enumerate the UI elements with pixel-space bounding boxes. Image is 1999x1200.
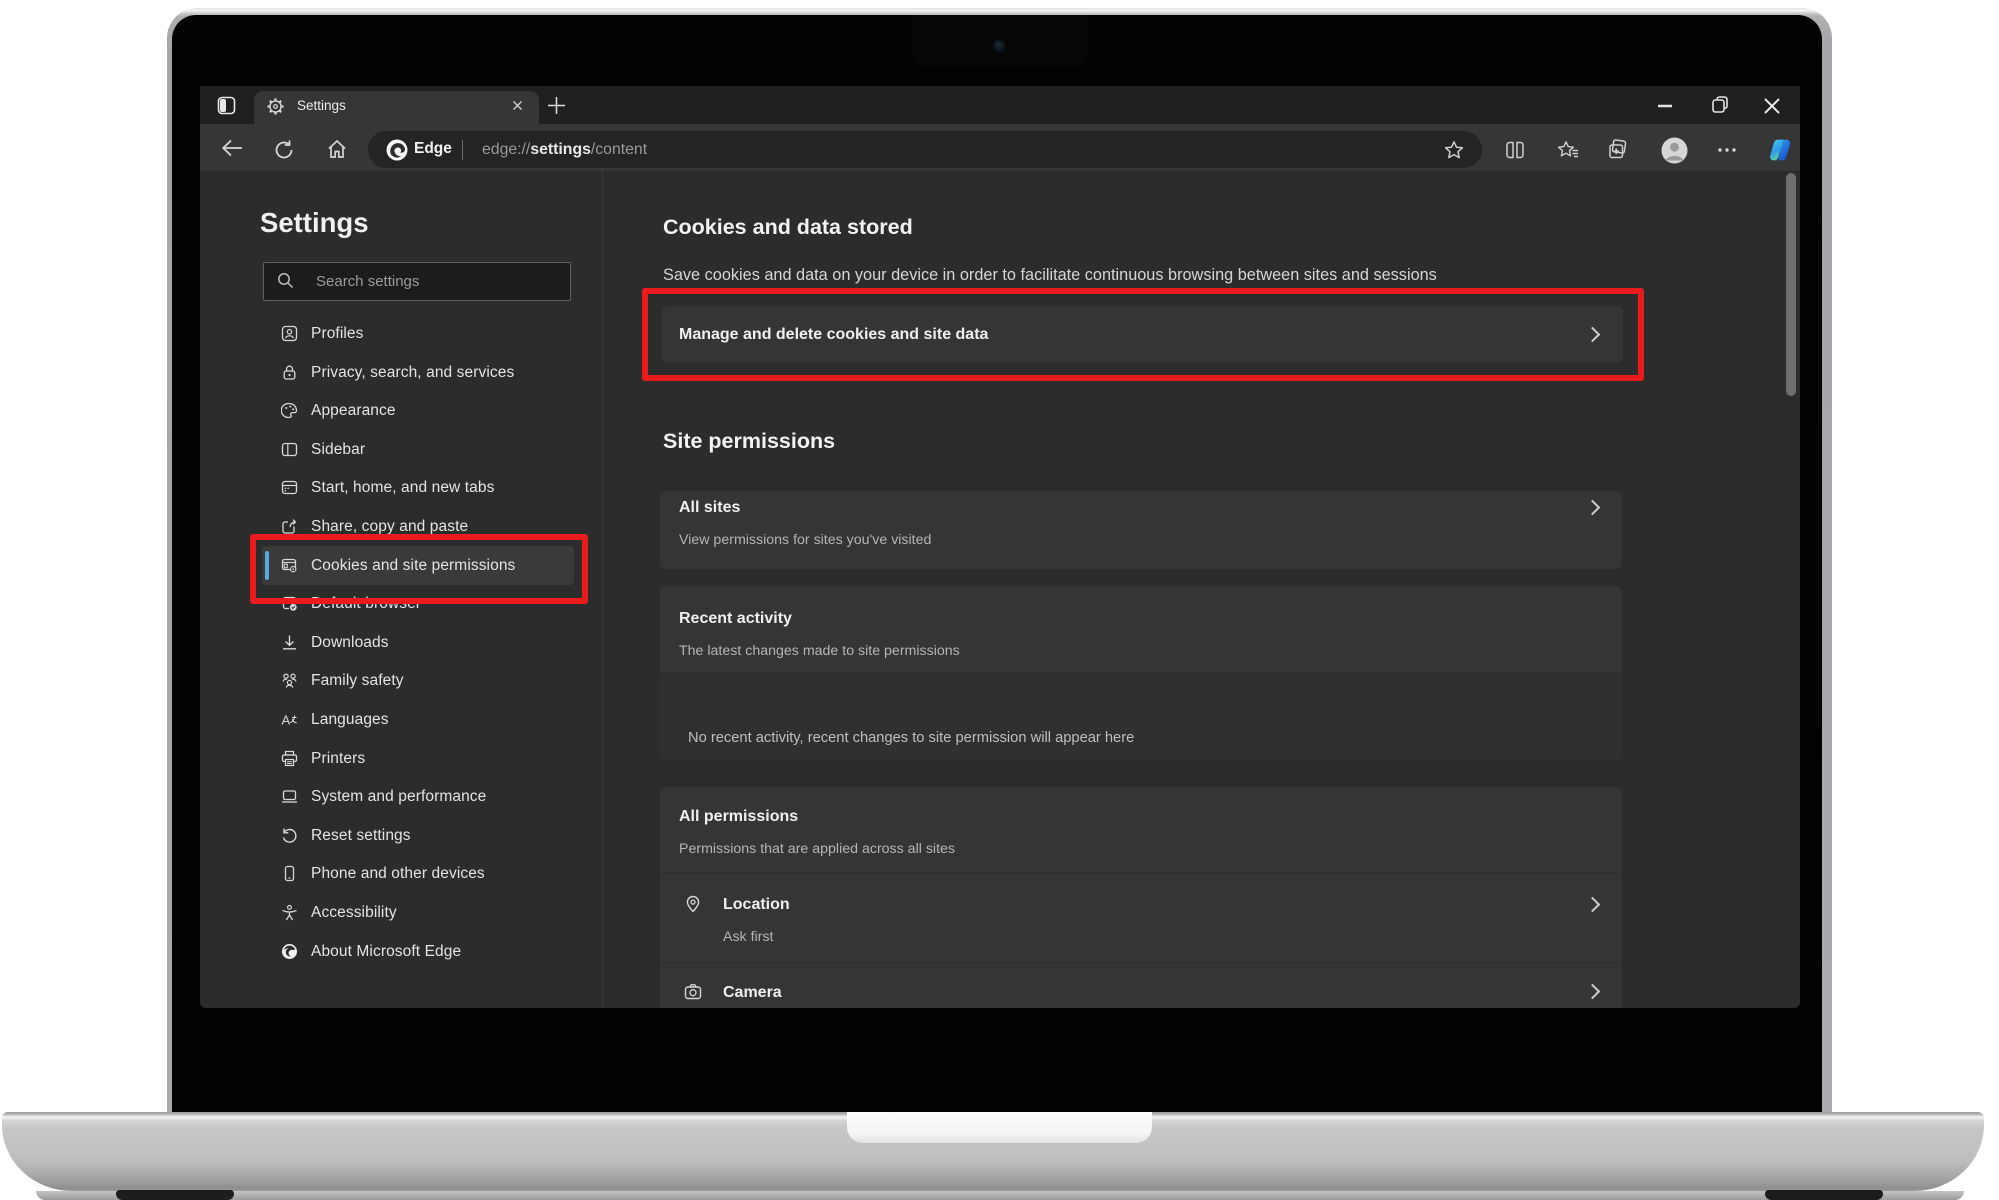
svg-text:A: A [282, 713, 291, 728]
